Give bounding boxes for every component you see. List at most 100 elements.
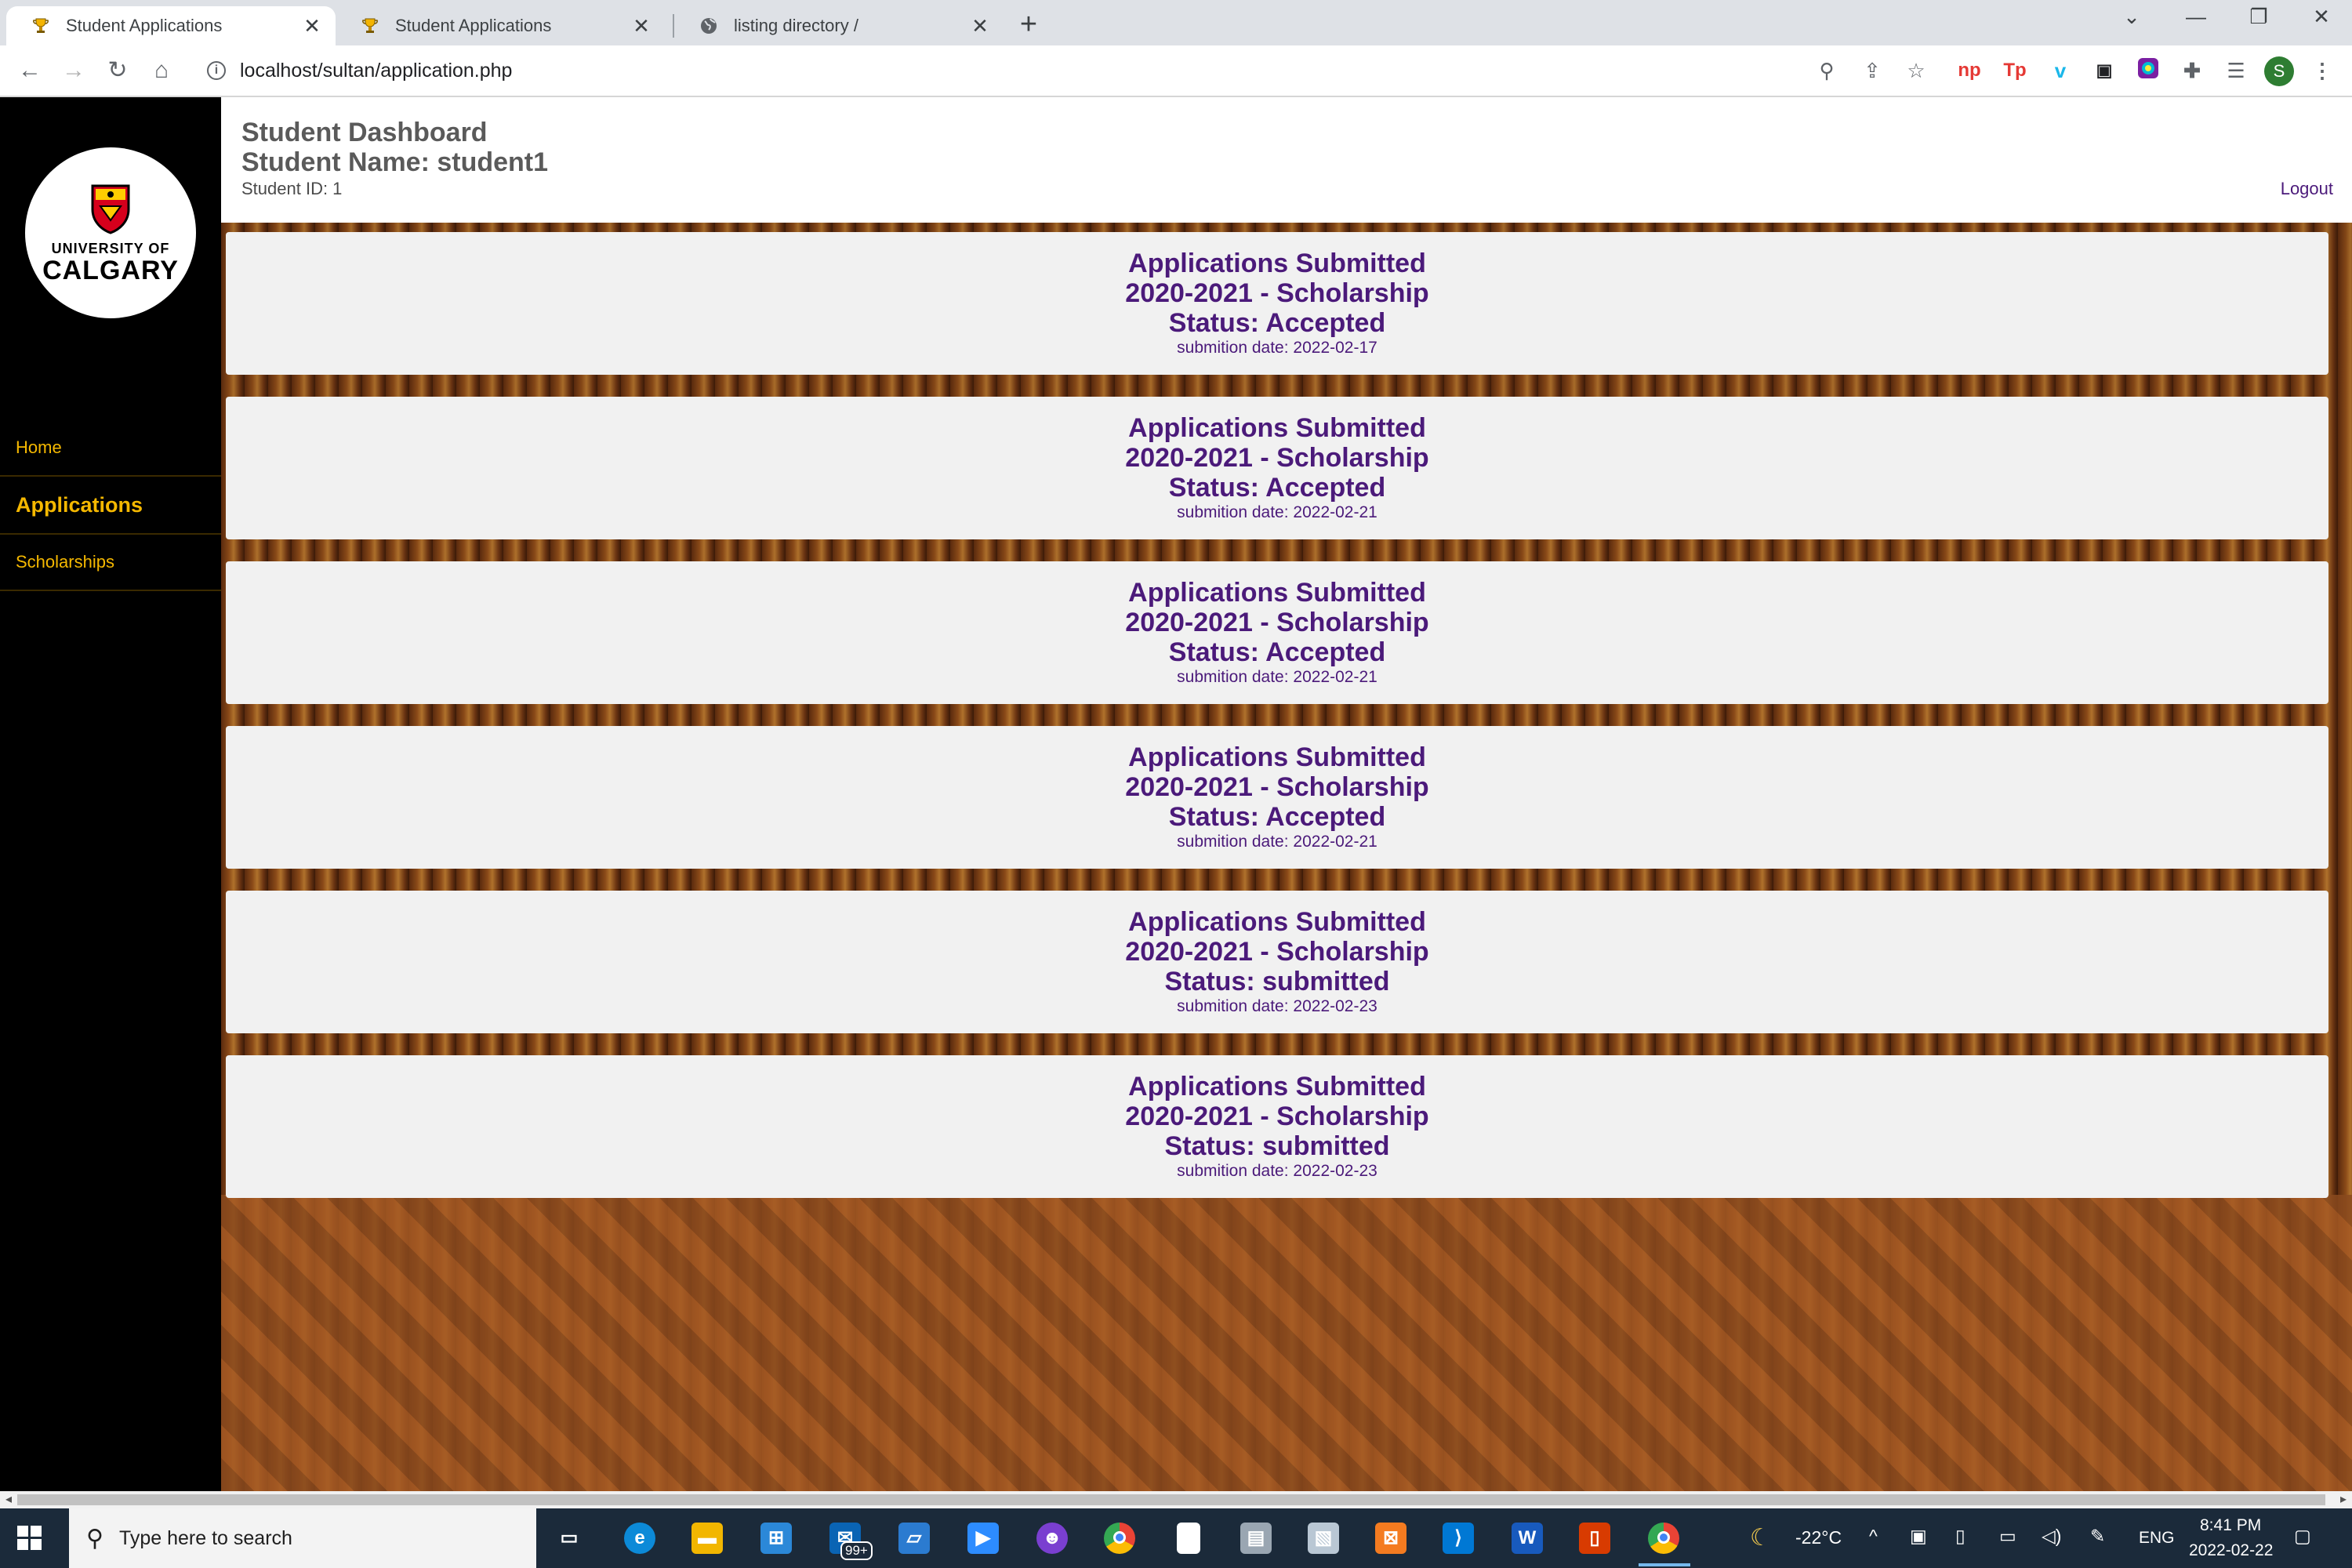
trophy-icon: [359, 15, 381, 37]
office-icon[interactable]: ▯: [1579, 1523, 1610, 1554]
sidebar-item-home[interactable]: Home: [0, 420, 221, 477]
student-id: Student ID: 1: [241, 179, 343, 198]
weather-temperature[interactable]: -22°C: [1795, 1527, 1842, 1548]
application-card: Applications Submitted 2020-2021 - Schol…: [226, 891, 2328, 1033]
media-control-icon[interactable]: ☰: [2222, 56, 2250, 85]
card-status: Status: Accepted: [1168, 308, 1386, 338]
back-icon[interactable]: ←: [13, 53, 47, 88]
windows-start-icon[interactable]: [17, 1526, 42, 1551]
vscode-icon[interactable]: ⟩: [1443, 1523, 1474, 1554]
application-card: Applications Submitted 2020-2021 - Schol…: [226, 1055, 2328, 1198]
discord-icon[interactable]: ☻: [1036, 1523, 1068, 1554]
tray-meet-icon[interactable]: ▯: [1955, 1526, 1965, 1547]
card-status: Status: Accepted: [1168, 473, 1386, 503]
clock-date[interactable]: 2022-02-22: [2189, 1541, 2273, 1560]
laptop-app-icon[interactable]: ▱: [898, 1523, 930, 1554]
sidebar: UNIVERSITY OF CALGARY Home Applications …: [0, 97, 221, 1491]
tab-title: Student Applications: [66, 16, 223, 35]
card-heading: Applications Submitted: [1128, 578, 1426, 608]
logo-line-2: CALGARY: [42, 255, 179, 285]
windows-taskbar: ⚲ Type here to search ▭ e ▬ ⊞ ✉ 99+ ▱ ▶ …: [0, 1508, 2352, 1568]
file-manager-icon[interactable]: ▤: [1240, 1523, 1272, 1554]
task-view-icon[interactable]: ▭: [554, 1523, 585, 1554]
card-status: Status: submitted: [1164, 1131, 1390, 1161]
logout-link[interactable]: Logout: [2281, 179, 2333, 199]
file-explorer-icon[interactable]: ▬: [691, 1523, 723, 1554]
chrome-icon[interactable]: [1104, 1523, 1135, 1554]
close-tab-icon[interactable]: ✕: [630, 14, 652, 38]
horizontal-scrollbar[interactable]: ◂ ▸: [0, 1491, 2352, 1508]
home-icon[interactable]: ⌂: [144, 53, 179, 88]
menu-kebab-icon[interactable]: ⋮: [2308, 56, 2336, 85]
profile-avatar[interactable]: S: [2264, 56, 2294, 86]
color-extension-icon[interactable]: [2134, 56, 2162, 85]
clock-time[interactable]: 8:41 PM: [2200, 1516, 2261, 1535]
card-scholarship: 2020-2021 - Scholarship: [1125, 278, 1429, 308]
crest-icon: [91, 184, 130, 234]
site-info-icon[interactable]: i: [207, 61, 226, 80]
trophy-icon: [30, 15, 52, 37]
extensions-puzzle-icon[interactable]: ✚: [2178, 56, 2206, 85]
xampp-icon[interactable]: ⊠: [1375, 1523, 1406, 1554]
university-logo[interactable]: UNIVERSITY OF CALGARY: [25, 147, 196, 318]
reload-icon[interactable]: ↻: [100, 53, 135, 88]
close-tab-icon[interactable]: ✕: [969, 14, 991, 38]
image-app-icon[interactable]: ▧: [1308, 1523, 1339, 1554]
minimize-icon[interactable]: —: [2176, 5, 2216, 29]
chrome-profile-icon[interactable]: [1648, 1523, 1679, 1554]
pen-icon[interactable]: ✎: [2090, 1526, 2105, 1547]
tab-search-icon[interactable]: ⌄: [2112, 5, 2151, 29]
application-card: Applications Submitted 2020-2021 - Schol…: [226, 561, 2328, 704]
main-content: Student Dashboard Student Name: student1…: [221, 97, 2352, 1491]
taskbar-search[interactable]: ⚲ Type here to search: [69, 1508, 536, 1568]
new-tab-button[interactable]: +: [1013, 8, 1044, 42]
notifications-icon[interactable]: ▢: [2294, 1526, 2311, 1547]
sidebar-item-scholarships[interactable]: Scholarships: [0, 535, 221, 591]
media-extension-icon[interactable]: ▣: [2090, 56, 2118, 85]
scroll-right-icon[interactable]: ▸: [2335, 1491, 2352, 1508]
restore-icon[interactable]: ❐: [2239, 5, 2278, 29]
battery-icon[interactable]: ▭: [1999, 1526, 2016, 1547]
card-status: Status: submitted: [1164, 967, 1390, 996]
edge-icon[interactable]: e: [624, 1523, 655, 1554]
tray-display-icon[interactable]: ▣: [1910, 1526, 1927, 1547]
page-title: Student Dashboard: [241, 118, 488, 147]
microsoft-store-icon[interactable]: ⊞: [760, 1523, 792, 1554]
document-icon[interactable]: [1177, 1523, 1200, 1554]
scroll-left-icon[interactable]: ◂: [0, 1491, 17, 1508]
tp-extension-icon[interactable]: Tp: [2001, 56, 2029, 85]
zoom-icon[interactable]: ⚲: [1813, 56, 1841, 85]
url-bar[interactable]: i localhost/sultan/application.php: [191, 50, 1822, 91]
card-date: submition date: 2022-02-23: [1177, 997, 1377, 1015]
weather-moon-icon[interactable]: ☾: [1750, 1524, 1771, 1552]
tab-listing-directory[interactable]: listing directory / ✕: [674, 6, 1004, 45]
card-date: submition date: 2022-02-21: [1177, 668, 1377, 686]
scrollbar-thumb[interactable]: [17, 1494, 2325, 1505]
tray-chevron-icon[interactable]: ^: [1869, 1526, 1878, 1547]
card-heading: Applications Submitted: [1128, 907, 1426, 937]
card-heading: Applications Submitted: [1128, 742, 1426, 772]
search-placeholder: Type here to search: [118, 1526, 292, 1549]
zoom-app-icon[interactable]: ▶: [967, 1523, 999, 1554]
forward-icon[interactable]: →: [56, 53, 91, 88]
close-window-icon[interactable]: ✕: [2302, 5, 2341, 29]
language-indicator[interactable]: ENG: [2139, 1529, 2175, 1548]
application-card: Applications Submitted 2020-2021 - Schol…: [226, 397, 2328, 539]
logo-line-1: UNIVERSITY OF: [51, 240, 170, 256]
volume-icon[interactable]: ◁): [2042, 1526, 2061, 1547]
url-text: localhost/sultan/application.php: [240, 59, 513, 82]
card-date: submition date: 2022-02-21: [1177, 503, 1377, 521]
np-extension-icon[interactable]: np: [1955, 56, 1984, 85]
close-tab-icon[interactable]: ✕: [301, 14, 323, 38]
card-status: Status: Accepted: [1168, 802, 1386, 832]
word-icon[interactable]: W: [1512, 1523, 1543, 1554]
share-icon[interactable]: ⇪: [1858, 56, 1886, 85]
globe-icon: [698, 15, 720, 37]
sidebar-item-applications[interactable]: Applications: [0, 477, 221, 535]
address-toolbar: ← → ↻ ⌂ i localhost/sultan/application.p…: [0, 45, 2352, 97]
tab-student-applications[interactable]: Student Applications ✕: [336, 6, 665, 45]
bookmark-star-icon[interactable]: ☆: [1902, 56, 1930, 85]
tab-student-applications-active[interactable]: Student Applications ✕: [6, 6, 336, 45]
library-floor-background: [221, 1195, 2352, 1491]
vimeo-extension-icon[interactable]: v: [2046, 56, 2074, 85]
